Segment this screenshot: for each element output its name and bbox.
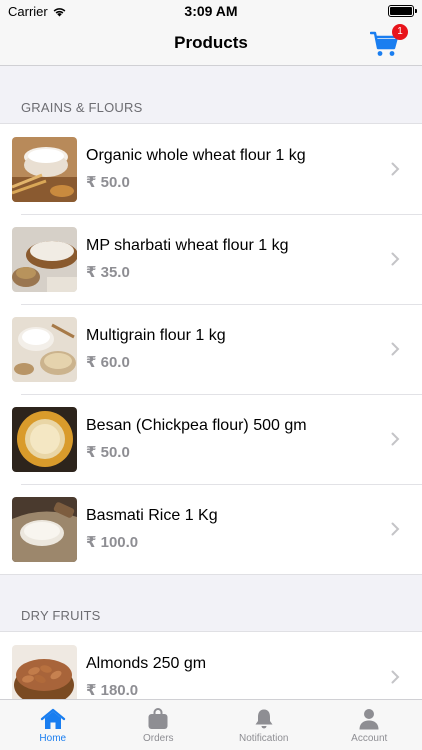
tab-label: Notification xyxy=(239,733,289,744)
product-row[interactable]: Besan (Chickpea flour) 500 gm ₹ 50.0 xyxy=(0,394,422,484)
section-list-dry-fruits: Almonds 250 gm ₹ 180.0 xyxy=(0,631,422,699)
tab-home[interactable]: Home xyxy=(0,700,106,750)
chevron-right-icon xyxy=(391,252,400,266)
product-price: ₹ 50.0 xyxy=(86,174,130,191)
product-price: ₹ 180.0 xyxy=(86,682,139,699)
product-name: Organic whole wheat flour 1 kg xyxy=(86,147,306,164)
product-price: ₹ 35.0 xyxy=(86,264,130,281)
product-row[interactable]: Organic whole wheat flour 1 kg ₹ 50.0 xyxy=(0,124,422,214)
product-row[interactable]: Multigrain flour 1 kg ₹ 60.0 xyxy=(0,304,422,394)
page-title: Products xyxy=(174,33,248,52)
product-image-almonds xyxy=(12,644,77,699)
product-list[interactable]: GRAINS & FLOURS Organic whole wheat flou… xyxy=(0,67,422,699)
product-row[interactable]: MP sharbati wheat flour 1 kg ₹ 35.0 xyxy=(0,214,422,304)
tab-account[interactable]: Account xyxy=(317,700,422,750)
status-bar: Carrier 3:09 AM xyxy=(0,0,422,22)
battery-icon xyxy=(388,5,417,17)
product-row[interactable]: Almonds 250 gm ₹ 180.0 xyxy=(0,632,422,699)
cart-button[interactable]: 1 xyxy=(369,24,408,58)
product-row[interactable]: Basmati Rice 1 Kg ₹ 100.0 xyxy=(0,484,422,574)
product-name: MP sharbati wheat flour 1 kg xyxy=(86,237,289,254)
person-icon xyxy=(359,709,379,730)
product-price: ₹ 50.0 xyxy=(86,444,130,461)
product-name: Basmati Rice 1 Kg xyxy=(86,507,218,524)
tab-notification[interactable]: Notification xyxy=(211,700,317,750)
section-header-grains: GRAINS & FLOURS xyxy=(21,100,143,115)
section-header-dry-fruits: DRY FRUITS xyxy=(21,608,101,623)
tab-label: Account xyxy=(351,733,388,744)
chevron-right-icon xyxy=(391,342,400,356)
chevron-right-icon xyxy=(391,162,400,176)
product-image-besan xyxy=(12,406,77,472)
product-image-wheat-flour xyxy=(12,136,77,202)
navigation-bar: Products 1 xyxy=(0,22,422,66)
tab-orders[interactable]: Orders xyxy=(106,700,212,750)
product-name: Almonds 250 gm xyxy=(86,655,207,672)
chevron-right-icon xyxy=(391,670,400,684)
cart-badge: 1 xyxy=(392,24,408,40)
tab-label: Orders xyxy=(142,733,174,744)
product-image-multigrain-flour xyxy=(12,316,77,382)
bag-icon xyxy=(148,708,168,729)
product-name: Besan (Chickpea flour) 500 gm xyxy=(86,417,307,434)
tab-label: Home xyxy=(39,733,67,744)
tab-bar: Home Orders Notification Account xyxy=(0,699,422,750)
status-time: 3:09 AM xyxy=(184,3,238,19)
chevron-right-icon xyxy=(391,432,400,446)
product-image-sharbati-flour xyxy=(12,226,77,292)
product-price: ₹ 60.0 xyxy=(86,354,130,371)
product-price: ₹ 100.0 xyxy=(86,534,139,551)
bell-icon xyxy=(255,709,273,729)
chevron-right-icon xyxy=(391,522,400,536)
product-name: Multigrain flour 1 kg xyxy=(86,327,226,344)
product-image-basmati-rice xyxy=(12,496,77,562)
section-list-grains: Organic whole wheat flour 1 kg ₹ 50.0 MP… xyxy=(0,123,422,575)
home-icon xyxy=(40,708,65,729)
